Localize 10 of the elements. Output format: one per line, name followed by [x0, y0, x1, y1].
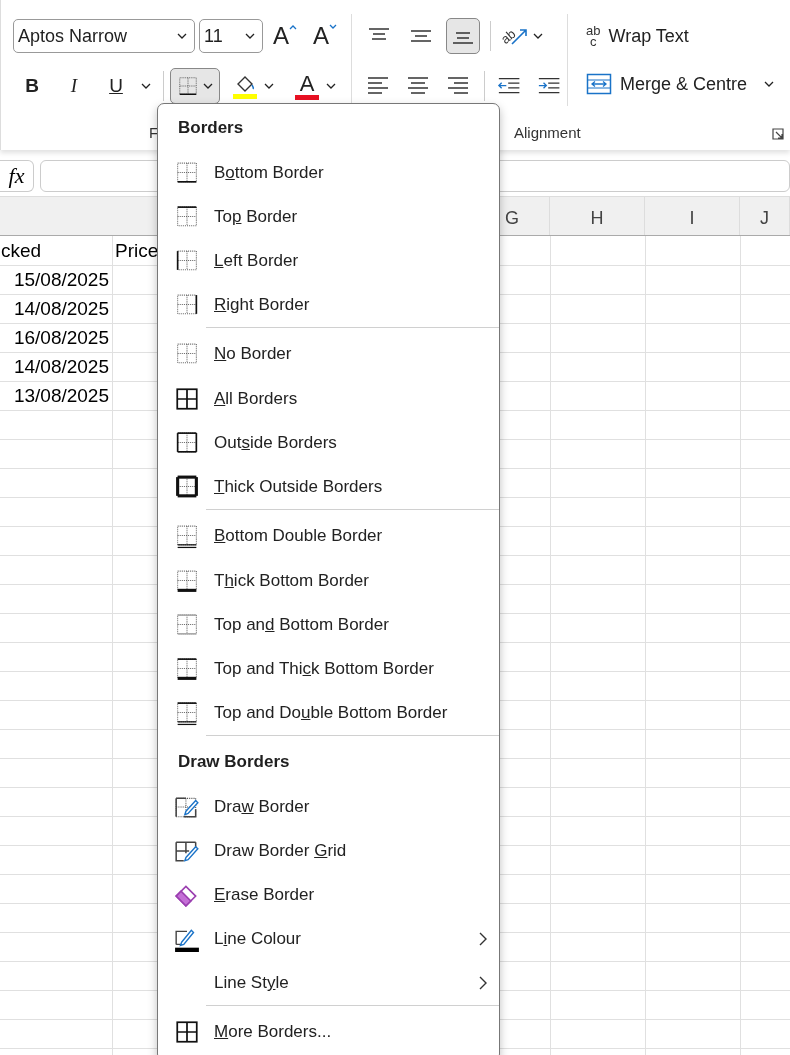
- table-cell-text: 15/08/2025: [13, 268, 110, 291]
- table-cell-text: 16/08/2025: [13, 326, 110, 349]
- table-cell-text: Price: [114, 239, 159, 262]
- menu-section-title: Borders: [177, 117, 245, 139]
- table-cell-text: 14/08/2025: [13, 355, 110, 378]
- group-label: Alignment: [514, 124, 581, 141]
- table-cell: cked: [0, 239, 42, 262]
- table-cell-text: 13/08/2025: [13, 384, 110, 407]
- group-label: F: [149, 124, 159, 141]
- table-cell-text: 14/08/2025: [13, 297, 110, 320]
